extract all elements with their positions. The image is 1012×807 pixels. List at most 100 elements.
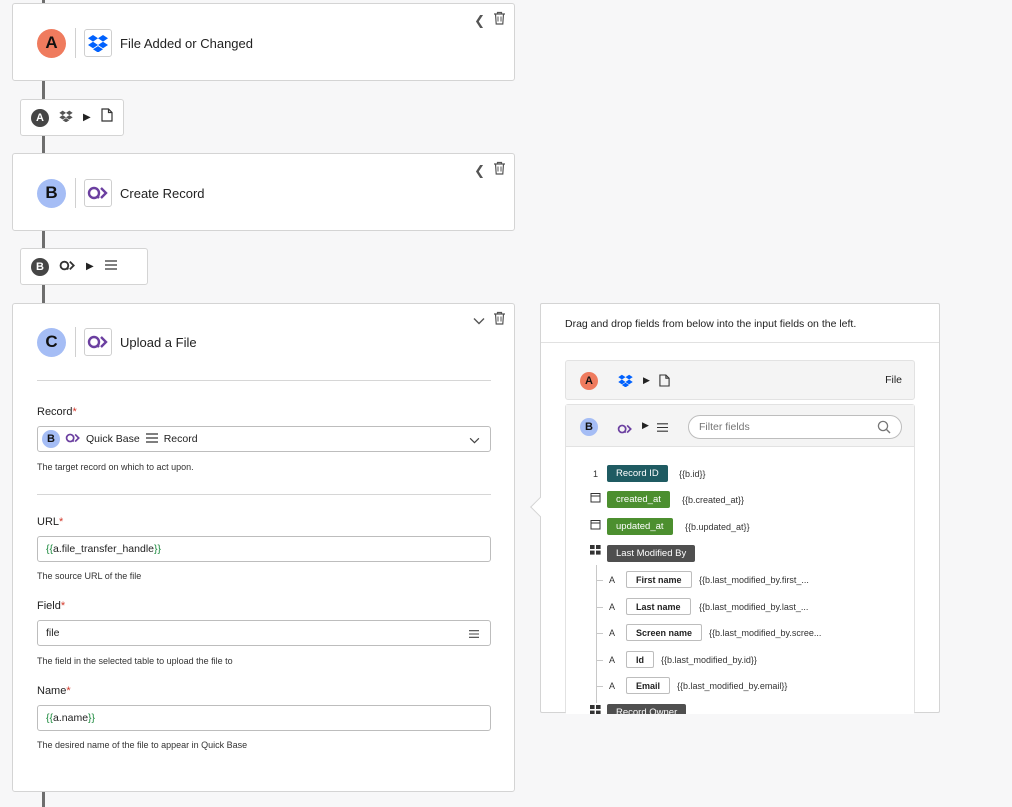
chevron-down-icon[interactable] bbox=[473, 312, 485, 330]
dropbox-icon bbox=[618, 374, 633, 392]
list-icon bbox=[104, 258, 118, 276]
list-icon bbox=[145, 432, 159, 447]
source-row-a[interactable]: A ▶ File bbox=[565, 360, 915, 400]
step-card-c[interactable]: C Upload a File Record* B Quick Base Rec… bbox=[12, 303, 515, 792]
chevron-left-icon[interactable]: ❮ bbox=[474, 163, 485, 179]
text-type-icon: A bbox=[609, 628, 616, 638]
field-path: {{b.last_modified_by.email}} bbox=[677, 681, 788, 691]
text-type-icon: A bbox=[609, 681, 616, 691]
list-icon bbox=[656, 420, 669, 438]
field-tag-last-modified-by[interactable]: Last Modified By bbox=[607, 545, 696, 562]
play-arrow-icon: ▶ bbox=[86, 261, 94, 272]
field-label: Field* bbox=[37, 600, 66, 612]
trash-icon[interactable] bbox=[493, 311, 506, 330]
text-type-icon: A bbox=[609, 655, 616, 665]
step-header-b: B Create Record bbox=[37, 178, 205, 208]
record-entity: Record bbox=[163, 433, 198, 445]
record-help: The target record on which to act upon. bbox=[37, 462, 194, 472]
tree-dash bbox=[597, 686, 603, 687]
url-value: a.file_transfer_handle bbox=[53, 543, 155, 555]
field-path: {{b.last_modified_by.id}} bbox=[661, 655, 757, 665]
record-badge-b: B bbox=[42, 430, 60, 448]
url-label: URL* bbox=[37, 516, 64, 528]
list-icon[interactable] bbox=[468, 629, 480, 642]
text-type-icon: A bbox=[609, 575, 616, 585]
divider bbox=[75, 327, 76, 357]
field-tag-created-at[interactable]: created_at bbox=[607, 491, 670, 508]
chevron-left-icon[interactable]: ❮ bbox=[474, 13, 485, 29]
card-tools bbox=[473, 311, 506, 330]
divider bbox=[37, 380, 491, 381]
user-group-type-icon bbox=[590, 705, 601, 714]
step-title-c: Upload a File bbox=[120, 334, 197, 350]
divider bbox=[75, 28, 76, 58]
field-tag-updated-at[interactable]: updated_at bbox=[607, 518, 673, 535]
step-card-a[interactable]: ❮ A File Added or Changed bbox=[12, 3, 515, 81]
record-select[interactable]: B Quick Base Record bbox=[37, 426, 491, 452]
source-b-fields: 1 Record ID {{b.id}} created_at {{b.crea… bbox=[566, 447, 914, 714]
trash-icon[interactable] bbox=[493, 161, 506, 180]
step-badge-a: A bbox=[37, 28, 66, 58]
pill-badge-b: B bbox=[31, 257, 49, 276]
filter-fields-input[interactable] bbox=[688, 415, 902, 439]
step-header-c: C Upload a File bbox=[37, 327, 197, 357]
subfield-tag-screen-name[interactable]: Screen name bbox=[626, 624, 703, 641]
step-output-pill-a[interactable]: A ▶ bbox=[20, 99, 124, 136]
step-output-pill-b[interactable]: B ▶ bbox=[20, 248, 148, 285]
field-tag-record-id[interactable]: Record ID bbox=[607, 465, 668, 482]
trash-icon[interactable] bbox=[493, 11, 506, 30]
subfield-tag-last-name[interactable]: Last name bbox=[626, 598, 691, 615]
name-value: a.name bbox=[53, 712, 89, 724]
name-label: Name* bbox=[37, 685, 71, 697]
chevron-down-icon[interactable] bbox=[469, 435, 480, 447]
field-tag-record-owner[interactable]: Record Owner bbox=[607, 704, 687, 714]
tree-dash bbox=[597, 633, 603, 634]
fields-tree: A ▶ File B ▶ 1 Record ID {{b. bbox=[565, 360, 915, 714]
step-header-a: A File Added or Changed bbox=[37, 28, 253, 58]
tree-branch-line bbox=[596, 565, 597, 703]
tree-dash bbox=[597, 660, 603, 661]
dropbox-icon bbox=[59, 109, 73, 127]
step-title-b: Create Record bbox=[120, 185, 205, 201]
step-badge-c: C bbox=[37, 327, 66, 357]
subfield-tag-first-name[interactable]: First name bbox=[626, 571, 692, 588]
text-type-icon: A bbox=[609, 602, 616, 612]
source-b-header: B ▶ bbox=[566, 405, 914, 447]
record-label: Record* bbox=[37, 406, 77, 418]
panel-instructions: Drag and drop fields from below into the… bbox=[565, 318, 857, 330]
file-icon bbox=[659, 374, 670, 392]
source-badge-b: B bbox=[580, 418, 598, 436]
url-help: The source URL of the file bbox=[37, 571, 142, 581]
field-select[interactable]: file bbox=[37, 620, 491, 646]
quickbase-icon bbox=[84, 328, 112, 356]
quickbase-icon bbox=[617, 421, 633, 439]
step-card-b[interactable]: ❮ B Create Record bbox=[12, 153, 515, 231]
tree-dash bbox=[597, 607, 603, 608]
tree-dash bbox=[597, 580, 603, 581]
play-arrow-icon: ▶ bbox=[642, 420, 649, 430]
name-input[interactable]: {{a.name}} bbox=[37, 705, 491, 731]
divider bbox=[541, 342, 939, 343]
panel-pointer bbox=[530, 497, 550, 517]
source-row-b[interactable]: B ▶ 1 Record ID {{b.id}} created_at {{b.… bbox=[565, 404, 915, 714]
divider bbox=[75, 178, 76, 208]
subfield-tag-id[interactable]: Id bbox=[626, 651, 654, 668]
step-title-a: File Added or Changed bbox=[120, 35, 253, 51]
step-badge-b: B bbox=[37, 178, 66, 208]
field-path: {{b.last_modified_by.scree... bbox=[709, 628, 822, 638]
source-a-label: File bbox=[885, 374, 902, 386]
number-type-icon: 1 bbox=[593, 469, 599, 479]
search-icon[interactable] bbox=[877, 420, 891, 437]
source-badge-a: A bbox=[580, 372, 598, 390]
dropbox-icon bbox=[84, 29, 112, 57]
field-path: {{b.created_at}} bbox=[682, 495, 745, 505]
field-path: {{b.last_modified_by.last_... bbox=[699, 602, 809, 612]
fields-panel: Drag and drop fields from below into the… bbox=[530, 303, 940, 714]
field-path: {{b.last_modified_by.first_... bbox=[699, 575, 809, 585]
filter-input[interactable] bbox=[699, 421, 869, 433]
subfield-tag-email[interactable]: Email bbox=[626, 677, 671, 694]
date-type-icon bbox=[590, 519, 601, 533]
url-input[interactable]: {{a.file_transfer_handle}} bbox=[37, 536, 491, 562]
name-help: The desired name of the file to appear i… bbox=[37, 740, 248, 750]
field-value: file bbox=[46, 627, 60, 639]
